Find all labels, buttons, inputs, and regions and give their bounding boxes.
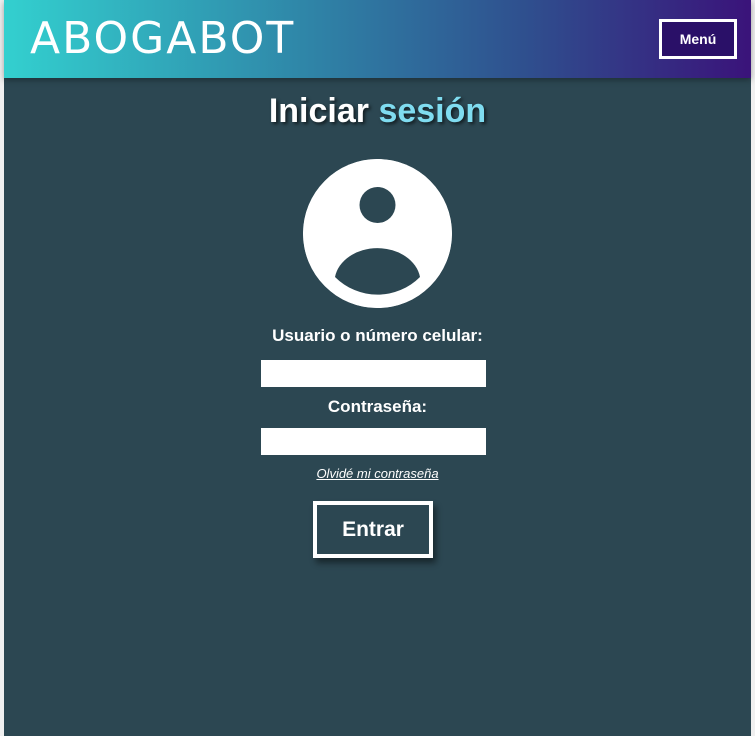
avatar-graphic [303,159,452,308]
avatar-head [359,187,396,223]
username-label: Usuario o número celular: [272,326,483,345]
header-bar: ABOGABOT Menú [4,0,751,78]
submit-button[interactable]: Entrar [313,501,433,558]
forgot-password-link[interactable]: Olvidé mi contraseña [4,466,751,481]
page-title: Iniciar sesión [4,92,751,131]
password-label: Contraseña: [327,397,428,416]
username-input[interactable] [261,360,486,387]
user-avatar-icon [303,159,452,308]
menu-button[interactable]: Menú [659,19,737,59]
page-title-main: Iniciar [268,92,369,130]
page-title-accent: sesión [378,92,487,130]
password-input[interactable] [261,428,486,455]
logo[interactable]: ABOGABOT [30,14,295,64]
app-frame: ABOGABOT Menú Iniciar sesión Usuario o n… [4,0,751,736]
